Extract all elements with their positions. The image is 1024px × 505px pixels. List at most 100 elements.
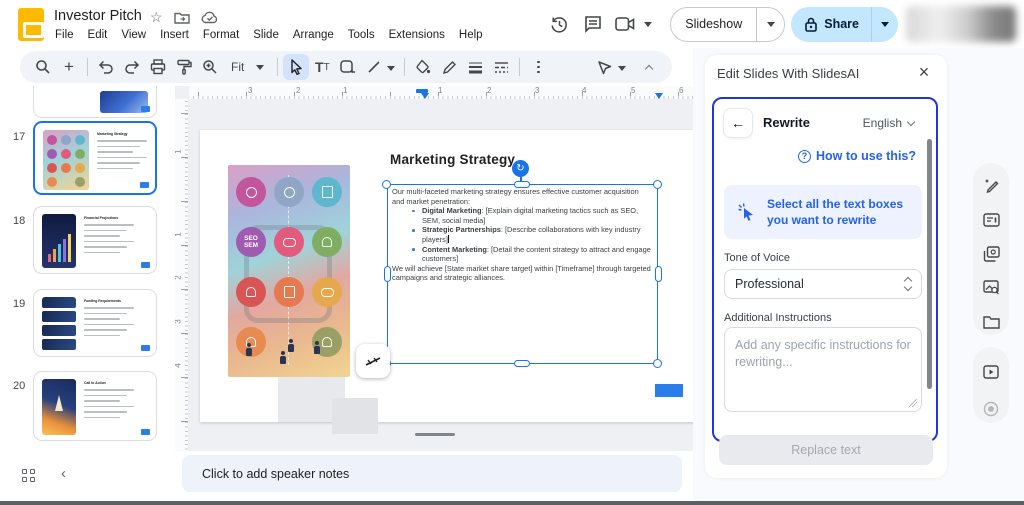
close-panel-icon[interactable]: × xyxy=(913,62,935,83)
document-title[interactable]: Investor Pitch xyxy=(54,8,142,24)
menu-item-extensions[interactable]: Extensions xyxy=(382,27,452,43)
share-label: Share xyxy=(824,17,859,31)
slides-logo-icon[interactable] xyxy=(18,8,44,41)
fill-color-icon[interactable] xyxy=(410,54,436,80)
slide-title[interactable]: Marketing Strategy xyxy=(390,152,515,167)
zoom-fit-select[interactable]: Fit xyxy=(223,60,272,74)
menu-item-file[interactable]: File xyxy=(48,27,81,43)
print-icon[interactable] xyxy=(145,54,171,80)
menu-item-help[interactable]: Help xyxy=(452,27,490,43)
record-icon[interactable] xyxy=(977,395,1005,423)
border-dash-icon[interactable] xyxy=(488,54,514,80)
text-line: Content Marketing: [Detail the content s… xyxy=(390,245,653,264)
tone-of-voice-select[interactable]: Professional xyxy=(724,269,922,299)
menu-item-tools[interactable]: Tools xyxy=(341,27,382,43)
zoom-icon[interactable] xyxy=(197,54,223,80)
meet-dropdown-caret[interactable] xyxy=(640,7,656,41)
menu-item-slide[interactable]: Slide xyxy=(246,27,286,43)
current-slide[interactable]: SEOSEM Marketing Strategy ↻ Our multi-fa… xyxy=(200,130,695,422)
magic-write-icon[interactable] xyxy=(977,173,1005,200)
infographic-node xyxy=(274,177,304,207)
share-dropdown-caret[interactable] xyxy=(871,7,898,42)
rotate-handle[interactable]: ↻ xyxy=(512,160,529,177)
additional-instructions-textarea[interactable]: Add any specific instructions for rewrit… xyxy=(724,327,922,412)
slide-thumbnail-19[interactable]: Funding Requirements xyxy=(33,289,157,357)
collapse-filmstrip-icon[interactable]: ‹ xyxy=(61,465,66,482)
paint-format-icon[interactable] xyxy=(171,54,197,80)
grid-view-icon[interactable] xyxy=(22,469,36,483)
more-options-icon[interactable] xyxy=(525,54,551,80)
menu-item-format[interactable]: Format xyxy=(196,27,246,43)
text-line: Digital Marketing: [Explain digital mark… xyxy=(390,206,653,225)
slide-thumbnail-18[interactable]: Financial Projections xyxy=(33,206,157,274)
slide-thumbnail-17[interactable]: Marketing Strategy xyxy=(33,121,157,195)
text-line: We will achieve [State market share targ… xyxy=(390,264,653,283)
handle-bottom-center[interactable] xyxy=(514,360,530,367)
image-search-icon[interactable] xyxy=(977,274,1005,301)
new-slide-button[interactable]: + xyxy=(56,54,82,80)
move-folder-icon[interactable] xyxy=(174,11,190,24)
line-dropdown-caret[interactable] xyxy=(387,58,395,76)
textarea-resize-grip[interactable] xyxy=(909,399,917,407)
handle-top-center[interactable] xyxy=(514,181,530,188)
insert-line-icon[interactable] xyxy=(361,54,387,80)
share-button[interactable]: Share xyxy=(791,7,898,42)
slideshow-dropdown-caret[interactable] xyxy=(756,8,784,41)
handle-bottom-right[interactable] xyxy=(653,359,662,368)
indent-marker-left[interactable] xyxy=(421,93,429,99)
select-textboxes-hint[interactable]: Select all the text boxes you want to re… xyxy=(724,185,922,239)
laser-pointer-icon[interactable] xyxy=(592,54,618,80)
comments-icon[interactable] xyxy=(576,7,610,41)
speaker-notes-placeholder: Click to add speaker notes xyxy=(202,467,349,481)
cloud-status-icon[interactable] xyxy=(201,11,219,24)
infographic-node xyxy=(274,277,304,307)
pointer-dropdown-caret[interactable] xyxy=(618,58,626,76)
duplicate-slides-icon[interactable] xyxy=(977,241,1005,268)
video-play-icon[interactable] xyxy=(977,358,1005,386)
panel-scrollbar[interactable] xyxy=(927,139,932,389)
form-card-icon[interactable] xyxy=(977,207,1005,234)
version-history-icon[interactable] xyxy=(542,7,576,41)
selected-text-box[interactable]: Our multi-faceted marketing strategy ens… xyxy=(387,184,658,364)
handle-top-right[interactable] xyxy=(653,180,662,189)
text-box-icon[interactable]: TT xyxy=(309,54,335,80)
menu-item-arrange[interactable]: Arrange xyxy=(286,27,341,43)
collapse-toolbar-icon[interactable] xyxy=(636,54,662,80)
undo-icon[interactable] xyxy=(93,54,119,80)
handle-middle-left[interactable] xyxy=(384,266,391,282)
marketing-infographic-image[interactable]: SEOSEM xyxy=(228,165,350,377)
replace-text-button[interactable]: Replace text xyxy=(719,435,933,465)
account-avatar[interactable] xyxy=(906,6,1016,42)
border-weight-icon[interactable] xyxy=(462,54,488,80)
back-button[interactable]: ← xyxy=(723,108,753,138)
handle-top-left[interactable] xyxy=(382,180,391,189)
how-to-use-link[interactable]: ? How to use this? xyxy=(798,149,916,163)
search-menus-icon[interactable] xyxy=(30,54,56,80)
h-ruler-number: 3 xyxy=(248,86,252,95)
select-tool-icon[interactable] xyxy=(283,54,309,80)
folder-icon[interactable] xyxy=(977,308,1005,335)
v-ruler-number: 1 xyxy=(175,232,183,236)
meet-camera-icon[interactable] xyxy=(610,7,640,41)
language-select[interactable]: English xyxy=(863,116,914,130)
handle-middle-right[interactable] xyxy=(655,266,662,282)
speaker-notes[interactable]: Click to add speaker notes xyxy=(182,455,682,492)
text-box-content[interactable]: Our multi-faceted marketing strategy ens… xyxy=(390,187,653,283)
notes-resize-handle[interactable] xyxy=(415,433,455,436)
slideshow-button[interactable]: Slideshow xyxy=(670,7,785,42)
tone-of-voice-label: Tone of Voice xyxy=(724,252,790,264)
infographic-node xyxy=(312,277,342,307)
floating-tool-button[interactable] xyxy=(356,344,390,378)
indent-marker-right[interactable] xyxy=(655,93,663,99)
star-icon[interactable]: ☆ xyxy=(150,9,163,26)
border-color-icon[interactable] xyxy=(436,54,462,80)
redo-icon[interactable] xyxy=(119,54,145,80)
slide-thumbnail-20[interactable]: Call to Action xyxy=(33,371,157,441)
menu-item-insert[interactable]: Insert xyxy=(153,27,196,43)
insert-shape-icon[interactable] xyxy=(335,54,361,80)
filmstrip: 17Marketing Strategy18Financial Projecti… xyxy=(0,86,175,451)
slide-thumbnail[interactable] xyxy=(33,86,157,118)
menu-item-view[interactable]: View xyxy=(114,27,153,43)
panel-title: Edit Slides With SlidesAI xyxy=(717,66,859,81)
menu-item-edit[interactable]: Edit xyxy=(81,27,115,43)
